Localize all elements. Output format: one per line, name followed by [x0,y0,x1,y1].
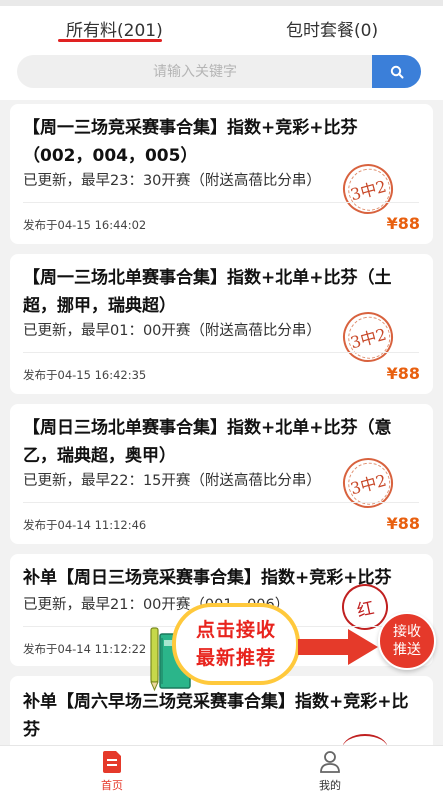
receive-push-button[interactable]: 接收 推送 [378,612,436,670]
nav-home[interactable]: 首页 [82,750,142,793]
search-button[interactable] [372,55,421,88]
search-input[interactable] [17,55,373,88]
divider [23,202,419,203]
nav-mine-label: 我的 [319,779,341,792]
item-subtitle: 已更新，最早23：30开赛（附送高蓓比分串） [23,173,321,189]
divider [23,352,419,353]
promo-line-1: 点击接收 [195,619,276,641]
user-icon [320,751,340,773]
item-subtitle: 已更新，最早22：15开赛（附送高蓓比分串） [23,473,321,489]
promo-bubble[interactable]: 点击接收 最新推荐 [172,603,300,685]
search-icon [390,65,403,78]
status-strip [0,0,443,6]
publish-date: 发布于04-15 16:42:35 [23,368,147,382]
tab-all-materials[interactable]: 所有料(201) [66,16,163,41]
price: ¥88 [386,364,420,383]
nav-mine[interactable]: 我的 [300,750,360,793]
nav-home-label: 首页 [101,779,123,792]
divider [23,502,419,503]
publish-date: 发布于04-14 11:12:22 [23,642,147,656]
bottom-navigation: 首页 我的 [0,745,443,793]
active-tab-indicator [58,39,162,42]
arrow-right-icon [298,629,378,665]
document-icon [103,751,121,773]
list-item[interactable]: 【周一三场北单赛事合集】指数+北单+比芬（土超，挪甲，瑞典超） 已更新，最早01… [10,254,433,394]
promo-line-2: 最新推荐 [195,647,276,669]
item-subtitle: 已更新，最早01：00开赛（附送高蓓比分串） [23,323,321,339]
price: ¥88 [386,214,420,233]
list-item[interactable]: 补单【周六早场三场竞采赛事合集】指数+竞彩+比芬 [10,676,433,756]
list-item[interactable]: 【周一三场竞采赛事合集】指数+竞彩+比芬（002，004，005） 已更新，最早… [10,104,433,244]
tab-time-package[interactable]: 包时套餐(0) [286,16,378,41]
list-item[interactable]: 【周日三场北单赛事合集】指数+北单+比芬（意乙，瑞典超，奥甲） 已更新，最早22… [10,404,433,544]
item-title: 【周一三场竞采赛事合集】指数+竞彩+比芬（002，004，005） [23,118,358,166]
publish-date: 发布于04-14 11:12:46 [23,518,147,532]
price: ¥88 [386,514,420,533]
item-title: 【周一三场北单赛事合集】指数+北单+比芬（土超，挪甲，瑞典超） [23,268,392,316]
publish-date: 发布于04-15 16:44:02 [23,218,147,232]
search-bar [17,55,421,88]
top-header: 所有料(201) 包时套餐(0) [0,0,443,100]
